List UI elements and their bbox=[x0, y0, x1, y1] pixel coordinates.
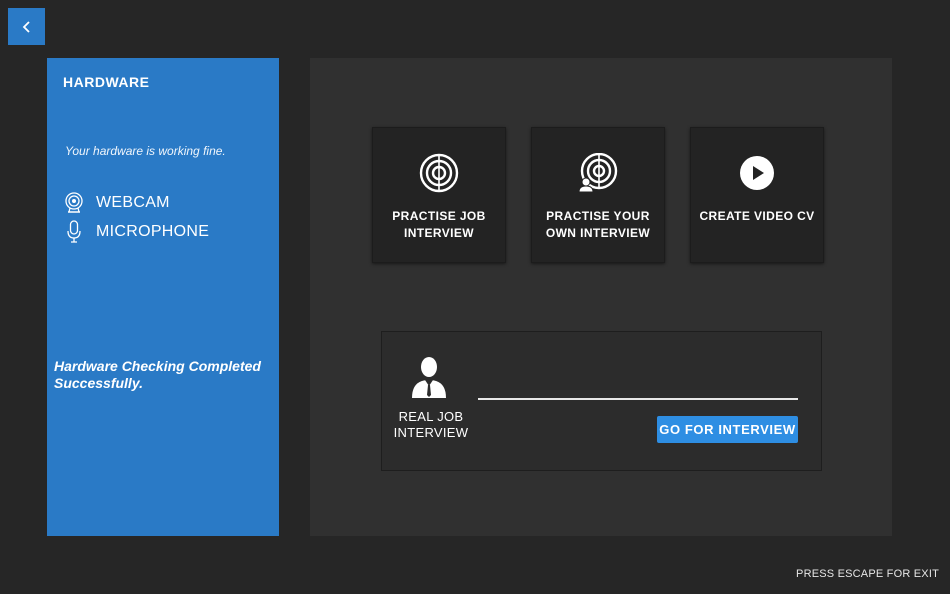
card-label: PRACTISE YOUR OWN INTERVIEW bbox=[545, 209, 651, 240]
card-label: CREATE VIDEO CV bbox=[699, 209, 815, 223]
hardware-completion-message: Hardware Checking Completed Successfully… bbox=[54, 358, 261, 391]
businessman-icon bbox=[410, 356, 448, 403]
real-job-interview-label: REAL JOB INTERVIEW bbox=[393, 409, 469, 440]
practise-job-interview-card[interactable]: PRACTISE JOB INTERVIEW bbox=[372, 127, 506, 263]
escape-hint: PRESS ESCAPE FOR EXIT bbox=[796, 568, 939, 580]
interview-code-input[interactable] bbox=[478, 398, 798, 400]
hardware-item-label: MICROPHONE bbox=[96, 223, 210, 240]
real-job-interview-box: REAL JOB INTERVIEW GO FOR INTERVIEW bbox=[381, 331, 822, 471]
chevron-left-icon bbox=[22, 20, 30, 33]
play-icon bbox=[739, 154, 775, 192]
card-label: PRACTISE JOB INTERVIEW bbox=[392, 209, 486, 240]
target-icon bbox=[419, 153, 459, 193]
microphone-icon bbox=[63, 220, 85, 244]
hardware-item-label: WEBCAM bbox=[96, 194, 170, 211]
hardware-panel: HARDWARE Your hardware is working fine. … bbox=[47, 58, 279, 536]
create-video-cv-card[interactable]: CREATE VIDEO CV bbox=[690, 127, 824, 263]
go-for-interview-button[interactable]: GO FOR INTERVIEW bbox=[657, 416, 798, 443]
target-user-icon bbox=[577, 153, 619, 193]
hardware-title: HARDWARE bbox=[63, 74, 150, 90]
practise-own-interview-card[interactable]: PRACTISE YOUR OWN INTERVIEW bbox=[531, 127, 665, 263]
hardware-item-webcam: WEBCAM bbox=[63, 191, 170, 215]
webcam-icon bbox=[63, 191, 85, 215]
back-button[interactable] bbox=[8, 8, 45, 45]
hardware-status-text: Your hardware is working fine. bbox=[65, 144, 226, 158]
hardware-item-microphone: MICROPHONE bbox=[63, 220, 209, 244]
